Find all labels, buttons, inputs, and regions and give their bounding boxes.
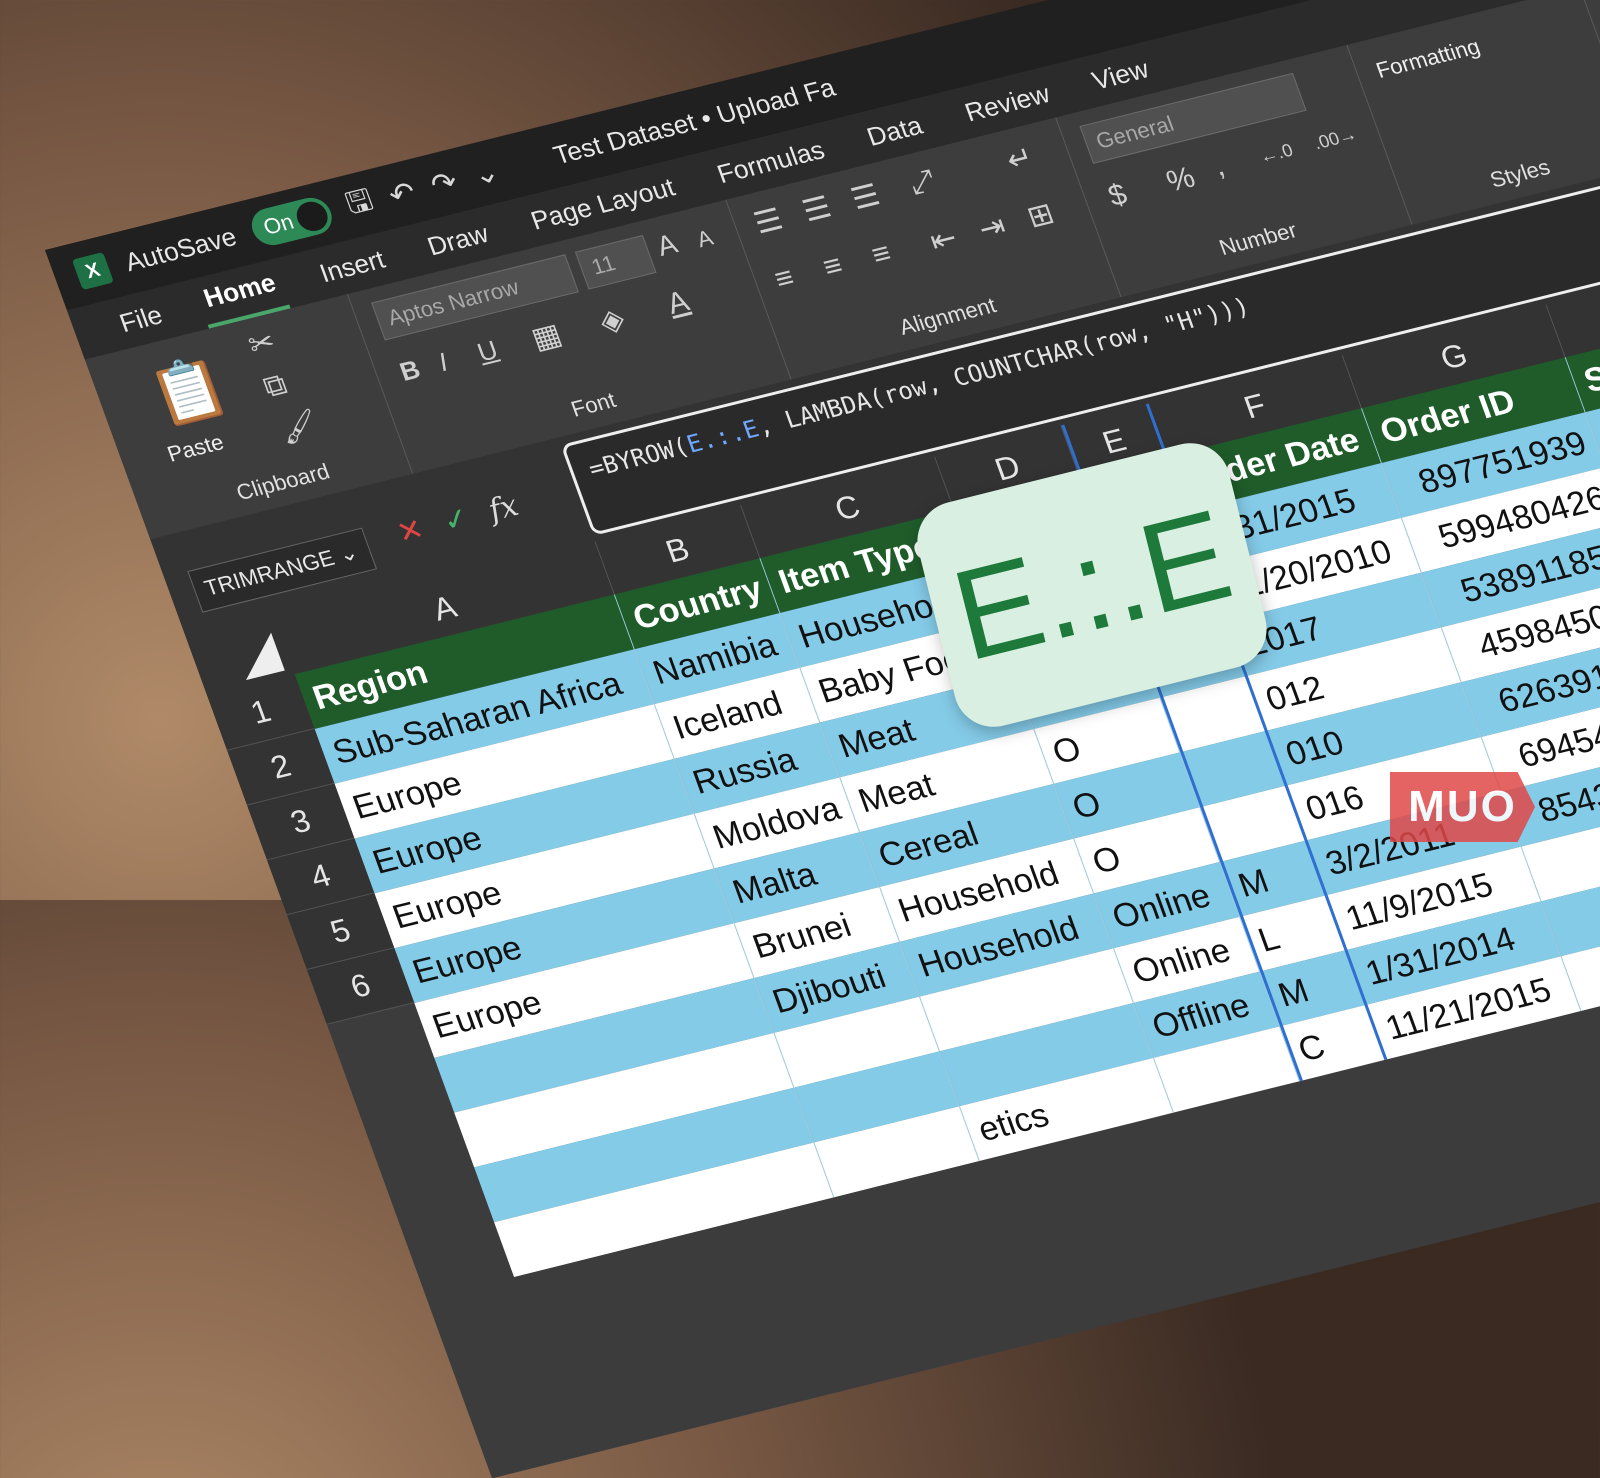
borders-icon[interactable]: ▦: [527, 317, 567, 357]
conditional-formatting-button[interactable]: Formatting: [1373, 34, 1484, 84]
decrease-font-icon[interactable]: A: [693, 225, 716, 253]
insert-function-icon[interactable]: fx: [484, 488, 523, 528]
muo-watermark: MUO: [1390, 772, 1535, 842]
cancel-icon[interactable]: ✕: [392, 512, 429, 551]
underline-button[interactable]: U: [473, 335, 502, 369]
customize-quick-access-icon[interactable]: ⌄: [468, 153, 504, 192]
wrap-text-icon[interactable]: ↵: [1002, 139, 1038, 178]
orientation-icon[interactable]: ⤢: [905, 164, 940, 202]
name-box[interactable]: TRIMRANGE ⌄: [187, 527, 378, 613]
redo-icon[interactable]: ↷: [426, 164, 462, 203]
decrease-decimal-icon[interactable]: .00→: [1311, 124, 1360, 154]
copy-icon[interactable]: ⧉: [259, 368, 291, 405]
increase-decimal-icon[interactable]: ←.0: [1257, 140, 1296, 168]
italic-button[interactable]: I: [434, 347, 452, 378]
screen: X AutoSave On 🖫 ↶ ↷ ⌄ Test Dataset • Upl…: [45, 0, 1600, 1478]
excel-logo-icon: X: [71, 252, 114, 291]
autosave-label: AutoSave: [120, 220, 241, 277]
align-middle-icon[interactable]: ☰: [798, 190, 836, 230]
align-center-icon[interactable]: ≡: [819, 249, 848, 285]
cut-icon[interactable]: ✂: [244, 324, 280, 363]
align-right-icon[interactable]: ≡: [867, 237, 896, 273]
align-left-icon[interactable]: ≡: [770, 261, 799, 297]
decrease-indent-icon[interactable]: ⇤: [925, 220, 962, 259]
toggle-knob: [292, 198, 332, 235]
font-color-icon[interactable]: A: [663, 285, 694, 322]
percent-button[interactable]: %: [1162, 161, 1200, 200]
increase-font-icon[interactable]: A: [652, 228, 681, 263]
font-size-select[interactable]: 11: [574, 234, 657, 290]
enter-icon[interactable]: ✓: [438, 500, 474, 539]
align-top-icon[interactable]: ☰: [750, 202, 788, 242]
increase-indent-icon[interactable]: ⇥: [974, 208, 1010, 247]
autosave-toggle[interactable]: On: [246, 193, 337, 250]
fill-color-icon[interactable]: ◈: [595, 301, 629, 340]
align-bottom-icon[interactable]: ☰: [847, 178, 885, 218]
merge-center-icon[interactable]: ⊞: [1022, 196, 1059, 235]
bold-button[interactable]: B: [396, 354, 425, 388]
currency-button[interactable]: $: [1104, 178, 1132, 214]
format-painter-icon[interactable]: 🖌: [275, 406, 324, 448]
paste-button[interactable]: Paste: [164, 429, 228, 467]
formula-controls: ✕ ✓ fx: [392, 488, 523, 551]
undo-icon[interactable]: ↶: [384, 174, 420, 213]
comma-button[interactable]: ,: [1209, 149, 1229, 183]
save-icon[interactable]: 🖫: [339, 177, 381, 231]
excel-window: X AutoSave On 🖫 ↶ ↷ ⌄ Test Dataset • Upl…: [45, 0, 1600, 1478]
paste-icon[interactable]: 📋: [140, 348, 237, 433]
